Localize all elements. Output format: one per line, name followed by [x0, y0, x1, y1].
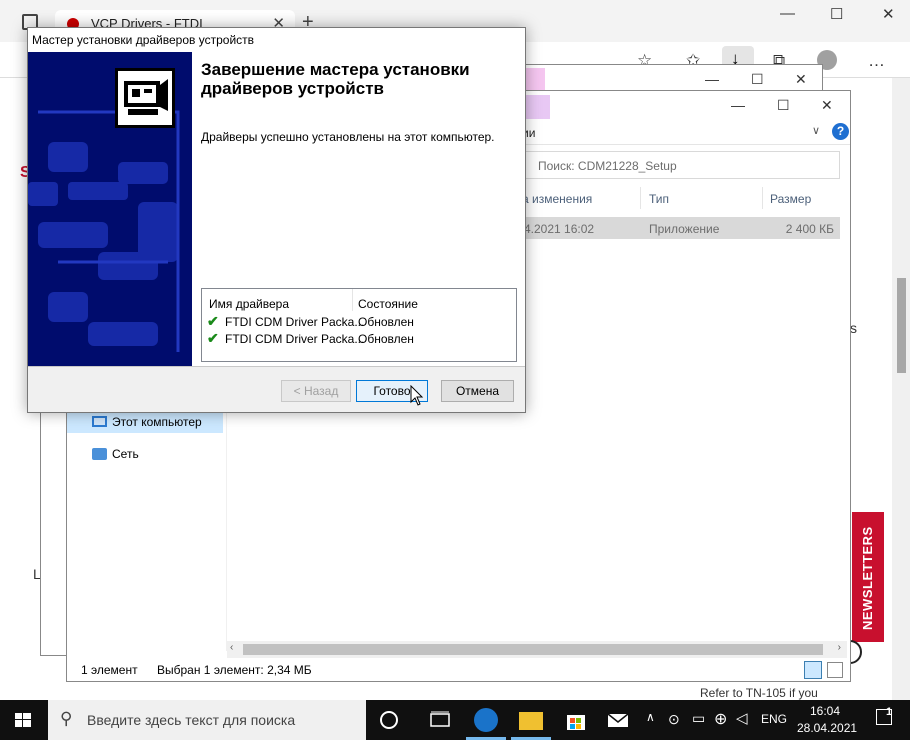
maximize-icon[interactable]: ☐	[777, 97, 790, 114]
column-separator	[352, 289, 353, 311]
driver-state: Обновлен	[358, 315, 414, 329]
column-type[interactable]: Тип	[649, 192, 669, 206]
mail-icon[interactable]	[606, 708, 630, 732]
status-bar: 1 элемент Выбран 1 элемент: 2,34 МБ	[67, 659, 850, 681]
cortana-icon[interactable]	[380, 711, 398, 729]
nav-item-label: Сеть	[112, 447, 139, 461]
scroll-left-icon[interactable]: ‹	[230, 642, 233, 653]
driver-state: Обновлен	[358, 332, 414, 346]
newsletter-tab[interactable]: NEWSLETTERS	[852, 512, 884, 642]
more-icon[interactable]: …	[868, 51, 885, 71]
page-scrollbar[interactable]	[892, 78, 910, 700]
taskbar: ⚲ Введите здесь текст для поиска ∧ ⊙ ▭ ⊕…	[0, 700, 910, 740]
maximize-icon[interactable]: ☐	[751, 71, 764, 88]
horizontal-scroll-thumb[interactable]	[243, 644, 823, 655]
browser-window-controls: — ☐ ✕	[760, 0, 910, 32]
column-date[interactable]: а изменения	[522, 192, 592, 206]
network-tray-icon[interactable]: ⊕	[714, 709, 727, 729]
newsletter-label: NEWSLETTERS	[860, 526, 875, 630]
page-fragment: s	[850, 320, 857, 336]
dialog-titlebar: Мастер установки драйверов устройств	[28, 28, 525, 52]
dialog-title: Мастер установки драйверов устройств	[32, 33, 255, 47]
back-button[interactable]: < Назад	[281, 380, 351, 402]
minimize-icon[interactable]: —	[780, 5, 795, 22]
dialog-divider	[28, 366, 525, 367]
column-driver-name: Имя драйвера	[209, 297, 290, 311]
driver-wizard-dialog: Мастер установки драйверов устройств Зав…	[27, 27, 526, 413]
check-icon: ✔	[207, 330, 219, 346]
column-size[interactable]: Размер	[770, 192, 811, 206]
ribbon-expand-icon[interactable]: ∨	[812, 124, 820, 137]
file-type: Приложение	[649, 222, 720, 236]
page-bottom-fragment: Refer to TN-105 if you	[700, 686, 818, 700]
cancel-button[interactable]: Отмена	[441, 380, 514, 402]
page-scroll-thumb[interactable]	[897, 278, 906, 373]
clock-date[interactable]: 28.04.2021	[797, 721, 857, 735]
column-separator[interactable]	[762, 187, 763, 209]
tray-expand-icon[interactable]: ∧	[646, 710, 655, 724]
file-size: 2 400 КБ	[785, 222, 834, 236]
language-indicator[interactable]: ENG	[761, 712, 787, 726]
tiles-view-icon[interactable]	[827, 662, 843, 678]
close-icon[interactable]: ✕	[882, 5, 895, 23]
status-count: 1 элемент	[81, 663, 138, 677]
system-tray: ∧ ⊙ ▭ ⊕ ◁ ENG 16:04 28.04.2021 1	[640, 700, 910, 740]
start-button[interactable]	[0, 700, 46, 740]
horizontal-scrollbar[interactable]: ‹ ›	[227, 641, 847, 658]
check-icon: ✔	[207, 313, 219, 329]
driver-row: ✔ FTDI CDM Driver Packa... Обновлен	[202, 313, 516, 330]
file-row[interactable]: 4.2021 16:02 Приложение 2 400 КБ	[522, 217, 840, 239]
camera-icon[interactable]: ▭	[692, 710, 705, 727]
scroll-right-icon[interactable]: ›	[838, 642, 841, 653]
driver-name: FTDI CDM Driver Packa...	[225, 332, 365, 346]
nav-item-network[interactable]: Сеть	[67, 443, 223, 465]
taskbar-search[interactable]: ⚲ Введите здесь текст для поиска	[48, 700, 366, 740]
minimize-icon[interactable]: —	[705, 71, 719, 87]
wizard-heading: Завершение мастера установки драйверов у…	[201, 60, 470, 98]
windows-logo-icon	[15, 713, 31, 727]
hardware-card-icon	[115, 68, 175, 128]
file-date: 4.2021 16:02	[524, 222, 595, 236]
navigation-pane: Этот компьютер Сеть	[67, 381, 227, 651]
help-icon[interactable]: ?	[832, 123, 849, 140]
column-headers: а изменения Тип Размер	[522, 187, 842, 209]
store-icon[interactable]	[564, 708, 588, 732]
column-separator[interactable]	[640, 187, 641, 209]
ribbon-color-tab	[522, 95, 550, 119]
wizard-side-banner	[28, 52, 192, 366]
mouse-cursor-icon	[410, 385, 424, 406]
column-state: Состояние	[358, 297, 418, 311]
driver-row: ✔ FTDI CDM Driver Packa... Обновлен	[202, 330, 516, 347]
driver-name: FTDI CDM Driver Packa...	[225, 315, 365, 329]
details-view-icon[interactable]	[804, 661, 822, 679]
nav-item-this-pc[interactable]: Этот компьютер	[67, 411, 223, 433]
maximize-icon[interactable]: ☐	[830, 5, 843, 23]
driver-table: Имя драйвера Состояние ✔ FTDI CDM Driver…	[201, 288, 517, 362]
close-icon[interactable]: ✕	[821, 97, 833, 114]
task-view-icon[interactable]	[428, 708, 452, 732]
dialog-body: Завершение мастера установки драйверов у…	[28, 52, 525, 366]
status-selected: Выбран 1 элемент: 2,34 МБ	[157, 663, 312, 677]
network-icon	[92, 448, 107, 460]
search-icon: ⚲	[60, 709, 73, 728]
close-icon[interactable]: ✕	[795, 71, 807, 88]
notification-count: 1	[886, 706, 893, 718]
meet-now-icon[interactable]: ⊙	[668, 711, 680, 728]
search-input[interactable]: Поиск: CDM21228_Setup	[522, 151, 840, 179]
file-explorer-icon[interactable]	[519, 712, 543, 730]
computer-icon	[92, 416, 107, 427]
clock-time[interactable]: 16:04	[810, 704, 840, 718]
volume-icon[interactable]: ◁	[736, 709, 748, 727]
search-placeholder: Поиск: CDM21228_Setup	[538, 159, 677, 173]
nav-item-label: Этот компьютер	[112, 415, 202, 429]
minimize-icon[interactable]: —	[731, 97, 745, 113]
taskbar-search-placeholder: Введите здесь текст для поиска	[87, 712, 296, 728]
wizard-message: Драйверы успешно установлены на этот ком…	[201, 130, 495, 144]
edge-icon[interactable]	[474, 708, 498, 732]
